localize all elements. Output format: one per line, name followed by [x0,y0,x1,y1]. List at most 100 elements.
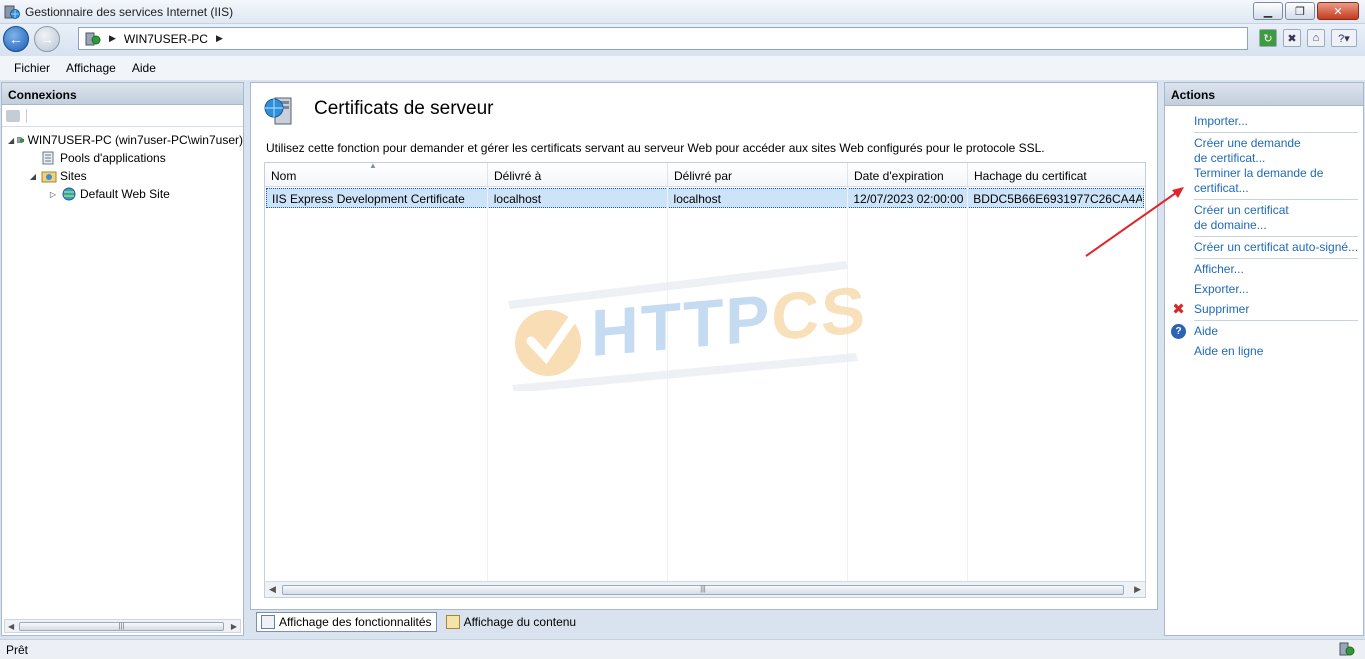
action-exporter[interactable]: Exporter... [1165,282,1363,297]
column-header-nom[interactable]: ▲ Nom [265,163,488,186]
server-certificates-icon [264,97,292,125]
back-arrow-icon: ← [9,31,23,47]
column-header-delivre-a[interactable]: Délivré à [488,163,668,186]
address-bar: ← → ▶ WIN7USER-PC ▶ ↻ ✖ ⌂ ?▾ [0,24,1365,54]
actions-divider [1194,236,1358,237]
column-divider [967,187,968,581]
delete-x-icon: ✖ [1172,301,1185,318]
column-header-delivre-par[interactable]: Délivré par [668,163,848,186]
certificates-table: ▲ Nom Délivré à Délivré par Date d'expir… [264,162,1146,598]
help-dropdown-icon[interactable]: ?▾ [1331,29,1357,47]
title-bar: Gestionnaire des services Internet (IIS)… [0,0,1365,24]
action-aide-en-ligne[interactable]: Aide en ligne [1165,344,1363,359]
app-pools-icon [42,151,54,165]
connections-hscrollbar[interactable]: ◀ ||| ▶ [4,619,241,633]
scroll-left-icon[interactable]: ◀ [269,584,276,595]
watermark-text-http: HTTP [591,280,772,371]
scroll-left-icon[interactable]: ◀ [8,622,14,631]
status-text: Prêt [6,643,29,657]
window-title: Gestionnaire des services Internet (IIS) [25,5,234,19]
collapse-icon[interactable]: ◢ [28,172,38,181]
action-supprimer[interactable]: ✖ Supprimer [1165,302,1363,317]
action-creer-certificat-domaine[interactable]: Créer un certificat de domaine... [1165,203,1305,233]
restore-button[interactable]: ❐ [1285,2,1315,20]
cell-delivre-par: localhost [673,192,721,206]
scroll-right-icon[interactable]: ▶ [231,622,237,631]
expand-icon[interactable]: ▷ [48,190,58,199]
column-divider [487,187,488,581]
tree-label: WIN7USER-PC (win7user-PC\win7user) [27,133,243,147]
sites-folder-icon [41,171,57,183]
connections-toolbar [2,105,243,127]
menu-fichier[interactable]: Fichier [8,61,56,75]
toolbar-divider [26,108,27,123]
column-divider [667,187,668,581]
table-hscrollbar[interactable]: ◀ ||| ▶ [265,581,1145,597]
action-terminer-demande[interactable]: Terminer la demande de certificat... [1165,166,1325,196]
actions-divider [1194,258,1358,259]
stop-icon[interactable]: ✖ [1283,29,1301,47]
cell-date-expiration: 12/07/2023 02:00:00 [853,192,964,206]
tab-features-view[interactable]: Affichage des fonctionnalités [256,612,437,632]
column-header-hachage[interactable]: Hachage du certificat [968,163,1145,186]
iis-app-icon [4,5,20,19]
menu-aide[interactable]: Aide [126,61,162,75]
table-header: ▲ Nom Délivré à Délivré par Date d'expir… [265,163,1145,187]
status-bar: Prêt [0,639,1365,659]
globe-icon [62,187,76,201]
menu-affichage[interactable]: Affichage [60,61,122,75]
column-header-date-expiration[interactable]: Date d'expiration [848,163,968,186]
actions-divider [1194,132,1358,133]
home-icon[interactable]: ⌂ [1307,29,1325,47]
cell-delivre-a: localhost [493,192,542,206]
connect-icon[interactable] [6,109,20,122]
tree-node-server[interactable]: ◢ WIN7USER-PC (win7user-PC\win7user) [2,131,243,149]
connections-tree: ◢ WIN7USER-PC (win7user-PC\win7user) Poo… [2,127,243,203]
scroll-thumb[interactable]: ||| [282,585,1124,595]
action-creer-demande[interactable]: Créer une demande de certificat... [1165,136,1315,166]
close-button[interactable]: ✕ [1317,2,1359,20]
connections-panel: Connexions ◢ WIN7USER-PC (win7user-PC\wi… [1,82,244,636]
tree-label: Pools d'applications [60,151,166,165]
refresh-icon[interactable]: ↻ [1259,29,1277,47]
column-divider [847,187,848,581]
scroll-right-icon[interactable]: ▶ [1134,584,1141,595]
action-creer-certificat-auto-signe[interactable]: Créer un certificat auto-signé... [1165,240,1363,255]
back-button[interactable]: ← [3,26,29,52]
help-icon: ? [1171,324,1186,339]
page-description: Utilisez cette fonction pour demander et… [266,141,1045,155]
tree-label: Default Web Site [80,187,170,201]
tree-node-default-web-site[interactable]: ▷ Default Web Site [2,185,243,203]
connections-header: Connexions [2,83,243,105]
actions-header: Actions [1165,83,1363,106]
table-row[interactable]: IIS Express Development Certificate loca… [266,188,1144,208]
tab-content-view[interactable]: Affichage du contenu [441,612,582,632]
actions-list: Importer... Créer une demande de certifi… [1165,106,1363,359]
tree-node-sites[interactable]: ◢ Sites [2,167,243,185]
forward-button[interactable]: → [34,26,60,52]
actions-divider [1194,199,1358,200]
breadcrumb-separator-icon: ▶ [109,33,116,43]
server-icon [17,136,25,144]
actions-panel: Actions Importer... Créer une demande de… [1164,82,1364,636]
page-title: Certificats de serveur [314,98,494,119]
scroll-thumb[interactable]: ||| [19,622,224,631]
watermark-text-cs: CS [771,271,868,355]
cell-hachage: BDDC5B66E6931977C26CA4A... [973,192,1144,206]
breadcrumb-item-server[interactable]: WIN7USER-PC [124,32,208,46]
collapse-icon[interactable]: ◢ [8,136,14,145]
tree-node-app-pools[interactable]: Pools d'applications [2,149,243,167]
menu-bar: Fichier Affichage Aide [0,56,1365,80]
view-tabs: Affichage des fonctionnalités Affichage … [250,612,581,634]
breadcrumb-separator-icon[interactable]: ▶ [216,33,223,44]
sort-ascending-icon: ▲ [369,163,377,170]
action-afficher[interactable]: Afficher... [1165,262,1363,277]
minimize-button[interactable]: ▁ [1253,2,1283,20]
tree-label: Sites [60,169,87,183]
features-view-icon [261,615,275,629]
breadcrumb[interactable]: ▶ WIN7USER-PC ▶ [78,27,1248,50]
action-aide[interactable]: ? Aide [1165,324,1363,339]
content-view-icon [445,615,460,629]
forward-arrow-icon: → [40,31,54,47]
action-importer[interactable]: Importer... [1165,114,1363,129]
